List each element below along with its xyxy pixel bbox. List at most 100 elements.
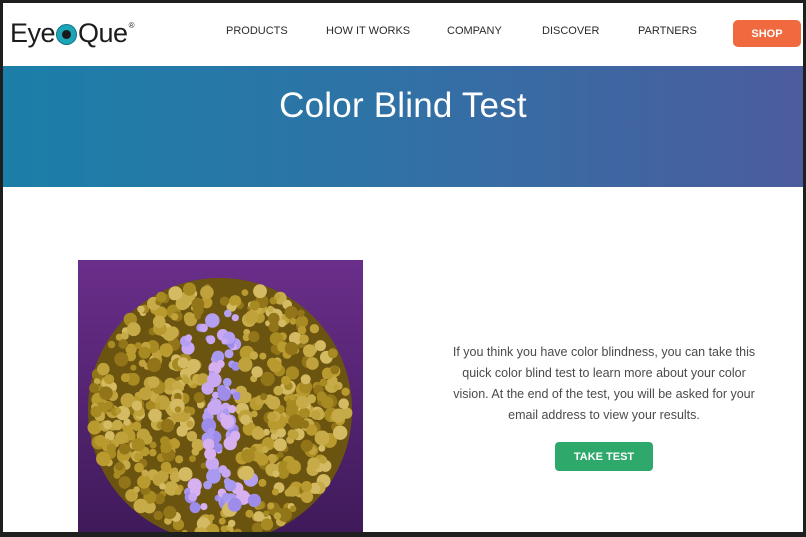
plate-dot-background [115, 431, 128, 445]
plate-dot-background [319, 456, 328, 464]
plate-dot-background [249, 300, 260, 311]
plate-dot-background [175, 488, 182, 496]
take-test-button[interactable]: TAKE TEST [555, 442, 653, 471]
plate-dot-background [170, 313, 179, 321]
nav-company[interactable]: COMPANY [447, 25, 502, 37]
plate-dot-background [288, 414, 303, 429]
plate-dot-background [267, 411, 277, 422]
plate-dot-background [259, 352, 267, 360]
plate-dot-background [251, 427, 265, 440]
plate-dot-background [245, 509, 254, 518]
plate-dot-background [120, 331, 129, 340]
nav-discover[interactable]: DISCOVER [542, 25, 599, 37]
plate-dot-background [96, 451, 111, 467]
plate-dot-background [261, 446, 269, 454]
shop-button[interactable]: SHOP [733, 20, 801, 47]
plate-dot-background [106, 443, 117, 453]
plate-dot-digit [199, 323, 208, 333]
plate-dot-background [300, 419, 310, 429]
plate-dot-background [321, 396, 334, 409]
plate-dot-background [253, 511, 265, 522]
plate-dot-background [338, 398, 350, 409]
plate-dot-background [295, 395, 310, 409]
plate-dot-background [194, 313, 201, 320]
plate-dot-digit [224, 309, 232, 318]
plate-dot-background [176, 428, 186, 437]
plate-dot-background [248, 331, 260, 343]
plate-dot-digit [185, 334, 193, 342]
plate-dot-background [152, 315, 166, 328]
plate-dot-background [207, 514, 215, 521]
plate-dot-background [153, 510, 163, 521]
plate-dot-background [159, 483, 166, 490]
plate-dot-background [253, 284, 267, 299]
plate-dot-background [273, 512, 282, 520]
plate-dot-background [218, 517, 226, 525]
plate-dot-digit [227, 497, 242, 512]
plate-dot-background [168, 286, 183, 301]
plate-dot-background [89, 383, 99, 393]
plate-dot-background [277, 451, 284, 458]
plate-dot-background [333, 425, 348, 440]
test-description: If you think you have color blindness, y… [452, 345, 756, 422]
plate-dot-background [327, 348, 338, 359]
plate-dot-background [244, 310, 259, 325]
plate-dot-background [241, 448, 255, 463]
plate-dot-background [249, 351, 258, 360]
plate-dot-background [274, 293, 281, 300]
plate-dot-background [289, 505, 297, 513]
plate-dot-digit [207, 400, 222, 415]
plate-dot-background [191, 447, 200, 456]
plate-dot-background [273, 438, 287, 452]
plate-dot-background [114, 352, 129, 367]
plate-dot-digit [207, 372, 222, 388]
plate-dot-digit [247, 493, 261, 507]
plate-dot-background [273, 385, 284, 396]
plate-dot-background [130, 364, 137, 371]
plate-dot-background [118, 443, 131, 455]
plate-dot-digit [223, 377, 232, 387]
plate-dot-background [159, 343, 173, 357]
plate-dot-background [163, 505, 177, 520]
plate-dot-background [118, 339, 128, 349]
plate-dot-background [315, 340, 326, 352]
nav-products[interactable]: PRODUCTS [226, 25, 288, 37]
plate-dot-background [260, 393, 268, 401]
plate-dot-background [251, 366, 263, 378]
plate-dot-background [137, 475, 151, 489]
plate-dot-background [113, 471, 121, 479]
plate-dot-digit [231, 314, 239, 322]
plate-dot-background [240, 414, 251, 426]
plate-dot-digit [200, 503, 208, 511]
plate-dot-background [266, 396, 281, 410]
plate-dot-digit [218, 465, 228, 474]
plate-dot-background [189, 455, 196, 463]
plate-dot-background [160, 461, 172, 473]
plate-dot-background [193, 392, 205, 403]
plate-dot-background [220, 525, 228, 532]
nav-partners[interactable]: PARTNERS [638, 25, 697, 37]
plate-dot-background [107, 340, 116, 349]
plate-dot-digit [189, 502, 201, 514]
plate-dot-background [301, 481, 313, 492]
plate-dot-digit [217, 384, 227, 395]
nav-how-it-works[interactable]: HOW IT WORKS [326, 25, 410, 37]
plate-dot-background [311, 410, 321, 420]
plate-dot-background [147, 357, 162, 372]
plate-dot-digit [224, 349, 234, 359]
plate-dot-digit [228, 405, 237, 414]
plate-dot-digit [206, 468, 221, 484]
plate-dot-background [170, 438, 178, 446]
plate-dot-background [289, 317, 297, 325]
plate-dot-background [131, 438, 145, 452]
plate-dot-background [307, 457, 321, 471]
plate-dot-background [138, 346, 151, 359]
plate-dot-background [272, 470, 280, 478]
plate-dot-background [99, 386, 113, 400]
plate-dot-background [219, 296, 230, 306]
plate-dot-background [138, 359, 147, 367]
plate-dot-background [160, 418, 175, 433]
plate-dot-background [269, 359, 282, 373]
plate-dot-background [314, 430, 330, 446]
plate-dot-background [186, 420, 194, 428]
